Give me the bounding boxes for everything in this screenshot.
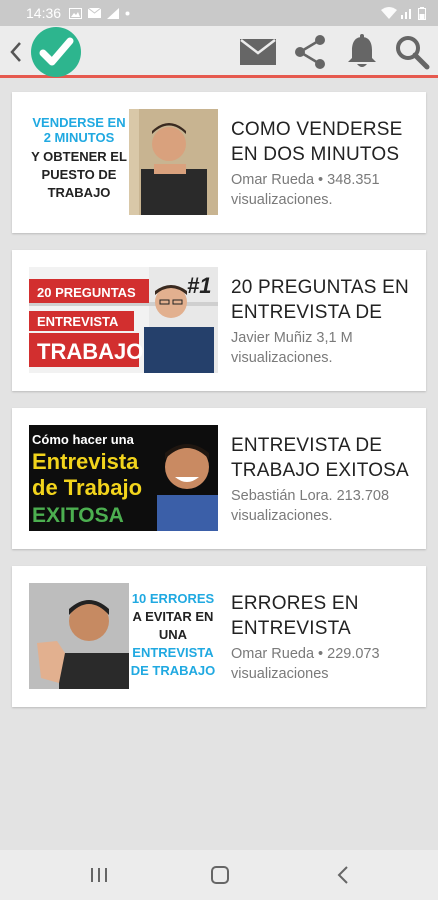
thumb-text-line: VENDERSE EN <box>32 115 125 130</box>
battery-icon <box>418 6 426 20</box>
video-card[interactable]: VENDERSE EN 2 MINUTOS Y OBTENER EL PUEST… <box>12 92 426 233</box>
status-bar: 14:36 <box>0 0 438 26</box>
notifications-button[interactable] <box>342 34 382 70</box>
thumb-text-line: #1 <box>187 273 211 298</box>
thumbnail-image: Cómo hacer una Entrevista de Trabajo EXI… <box>29 425 218 531</box>
thumb-text-line: TRABAJO <box>48 185 111 200</box>
thumbnail-image: VENDERSE EN 2 MINUTOS Y OBTENER EL PUEST… <box>29 109 218 215</box>
thumbnail-image: 20 PREGUNTAS ENTREVISTA TRABAJO #1 <box>29 267 218 373</box>
video-thumbnail[interactable]: 10 ERRORES A EVITAR EN UNA ENTREVISTA DE… <box>29 583 218 689</box>
status-time: 14:36 <box>26 5 62 21</box>
thumb-text-line: UNA <box>159 627 188 642</box>
thumb-text-line: ENTREVISTA <box>132 645 214 660</box>
video-card[interactable]: 10 ERRORES A EVITAR EN UNA ENTREVISTA DE… <box>12 566 426 707</box>
thumb-text-line: 2 MINUTOS <box>44 130 115 145</box>
thumb-text-line: EXITOSA <box>32 504 124 527</box>
share-icon <box>295 35 325 69</box>
thumb-text-line: DE TRABAJO <box>131 663 216 678</box>
home-icon <box>211 866 229 884</box>
video-title[interactable]: ERRORES EN ENTREVISTA <box>231 591 421 641</box>
share-button[interactable] <box>290 34 330 70</box>
video-thumbnail[interactable]: 20 PREGUNTAS ENTREVISTA TRABAJO #1 <box>29 267 218 373</box>
search-icon <box>396 36 430 70</box>
video-meta: Omar Rueda • 229.073 visualizaciones <box>231 646 380 682</box>
dot-icon <box>125 11 130 15</box>
video-meta: Sebastián Lora. 213.708 visualizaciones. <box>231 488 390 524</box>
bell-icon <box>348 34 376 67</box>
notification-icons <box>69 7 130 19</box>
app-logo[interactable] <box>30 26 82 78</box>
mail-status-icon <box>88 8 102 18</box>
thumb-text-line: ENTREVISTA <box>37 314 119 329</box>
video-thumbnail[interactable]: VENDERSE EN 2 MINUTOS Y OBTENER EL PUEST… <box>29 109 218 215</box>
thumb-text-line: de Trabajo <box>32 475 142 500</box>
signal-status-icon <box>107 7 120 19</box>
recent-apps-icon <box>91 868 107 882</box>
cell-signal-icon <box>401 9 411 19</box>
nav-back-button[interactable] <box>330 862 358 888</box>
check-logo-icon <box>31 27 81 77</box>
image-icon <box>69 7 83 19</box>
thumb-text-line: 10 ERRORES <box>132 591 215 606</box>
thumb-text-line: Entrevista <box>32 449 139 474</box>
mail-icon <box>240 39 276 65</box>
thumb-text-line: 20 PREGUNTAS <box>37 285 136 300</box>
nav-back-icon <box>337 866 348 884</box>
thumb-text-line: Y OBTENER EL <box>31 149 127 164</box>
video-meta: Javier Muñiz 3,1 M visualizaciones. <box>231 330 353 366</box>
mail-button[interactable] <box>238 34 278 70</box>
thumb-text-line: A EVITAR EN <box>133 609 214 624</box>
thumb-text-line: TRABAJO <box>37 339 143 364</box>
back-button[interactable] <box>6 38 26 66</box>
thumb-text-line: PUESTO DE <box>42 167 117 182</box>
video-meta: Omar Rueda • 348.351 visualizaciones. <box>231 172 380 208</box>
back-icon <box>10 42 21 62</box>
video-title[interactable]: COMO VENDERSE EN DOS MINUTOS <box>231 117 421 167</box>
search-button[interactable] <box>392 34 432 70</box>
video-title[interactable]: ENTREVISTA DE TRABAJO EXITOSA <box>231 433 421 483</box>
video-thumbnail[interactable]: Cómo hacer una Entrevista de Trabajo EXI… <box>29 425 218 531</box>
thumb-text-line: Cómo hacer una <box>32 432 135 447</box>
wifi-icon <box>381 7 397 19</box>
thumbnail-image: 10 ERRORES A EVITAR EN UNA ENTREVISTA DE… <box>29 583 218 689</box>
app-toolbar <box>0 26 438 78</box>
system-icons <box>381 6 426 20</box>
recent-apps-button[interactable] <box>85 862 113 888</box>
video-title[interactable]: 20 PREGUNTAS EN ENTREVISTA DE <box>231 275 421 325</box>
home-button[interactable] <box>206 862 234 888</box>
video-card[interactable]: 20 PREGUNTAS ENTREVISTA TRABAJO #1 20 PR… <box>12 250 426 391</box>
system-navigation-bar <box>0 850 438 900</box>
video-card[interactable]: Cómo hacer una Entrevista de Trabajo EXI… <box>12 408 426 549</box>
